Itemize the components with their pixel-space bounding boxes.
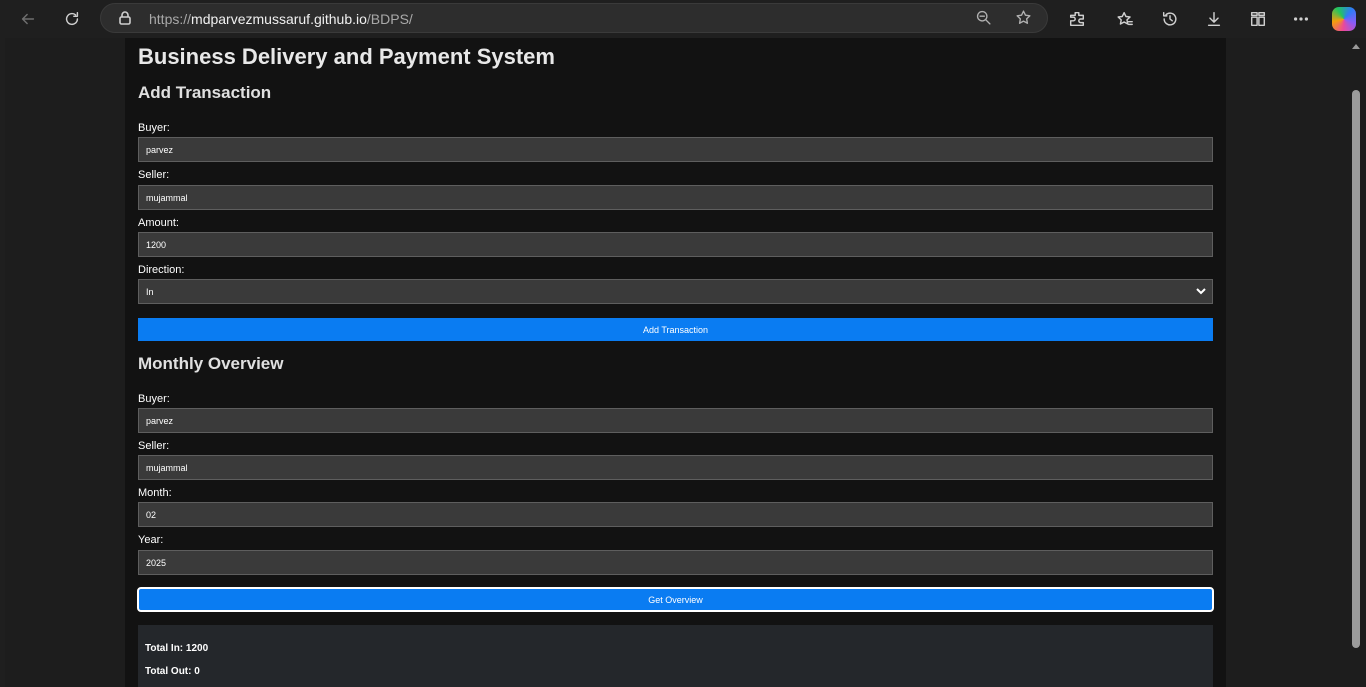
get-overview-button[interactable]: Get Overview <box>137 587 1214 612</box>
add-transaction-button[interactable]: Add Transaction <box>138 318 1213 341</box>
overview-buyer-label: Buyer: <box>138 393 170 405</box>
buyer-label: Buyer: <box>138 122 170 134</box>
scroll-up-icon[interactable] <box>1352 44 1360 49</box>
seller-label: Seller: <box>138 169 170 181</box>
page-title: Business Delivery and Payment System <box>138 44 555 69</box>
amount-input-value: 1200 <box>146 239 167 250</box>
overview-buyer-value: parvez <box>146 415 174 426</box>
extensions-icon[interactable] <box>1063 5 1091 33</box>
lock-icon[interactable] <box>117 10 133 26</box>
overview-result: Total In: 1200 Total Out: 0 <box>138 625 1213 687</box>
add-transaction-heading: Add Transaction <box>138 83 272 102</box>
chevron-down-icon <box>1195 285 1207 297</box>
address-bar[interactable]: https://mdparvezmussaruf.github.io/BDPS/ <box>100 3 1048 33</box>
total-out-text: Total Out: 0 <box>145 666 200 677</box>
year-label: Year: <box>138 534 164 546</box>
favorites-icon[interactable] <box>1111 5 1139 33</box>
zoom-icon[interactable] <box>975 9 995 29</box>
downloads-icon[interactable] <box>1200 5 1228 33</box>
seller-input[interactable]: mujammal <box>138 185 1213 210</box>
month-input-value: 02 <box>146 509 157 520</box>
star-icon[interactable] <box>1015 9 1035 29</box>
main-container: Business Delivery and Payment System Add… <box>125 38 1226 687</box>
url-text[interactable]: https://mdparvezmussaruf.github.io/BDPS/ <box>149 11 413 27</box>
refresh-icon[interactable] <box>58 5 86 33</box>
amount-label: Amount: <box>138 217 179 229</box>
month-input[interactable]: 02 <box>138 502 1213 527</box>
scrollbar-thumb[interactable] <box>1352 90 1360 648</box>
history-icon[interactable] <box>1156 5 1184 33</box>
page-scrollbar[interactable] <box>1348 38 1366 687</box>
overview-seller-value: mujammal <box>146 462 188 473</box>
direction-select-value: In <box>146 286 154 297</box>
buyer-input-value: parvez <box>146 144 174 155</box>
page-viewport: Business Delivery and Payment System Add… <box>5 38 1366 687</box>
direction-label: Direction: <box>138 264 185 276</box>
overview-seller-input[interactable]: mujammal <box>138 455 1213 480</box>
collections-icon[interactable] <box>1244 5 1272 33</box>
monthly-overview-heading: Monthly Overview <box>138 354 284 373</box>
total-in-text: Total In: 1200 <box>145 643 209 654</box>
more-icon[interactable] <box>1287 5 1315 33</box>
overview-buyer-input[interactable]: parvez <box>138 408 1213 433</box>
overview-seller-label: Seller: <box>138 440 170 452</box>
browser-toolbar: https://mdparvezmussaruf.github.io/BDPS/ <box>0 0 1366 38</box>
year-input-value: 2025 <box>146 557 167 568</box>
seller-input-value: mujammal <box>146 192 188 203</box>
amount-input[interactable]: 1200 <box>138 232 1213 257</box>
year-input[interactable]: 2025 <box>138 550 1213 575</box>
back-icon[interactable] <box>14 5 42 33</box>
direction-select[interactable]: In <box>138 279 1213 304</box>
buyer-input[interactable]: parvez <box>138 137 1213 162</box>
copilot-icon[interactable] <box>1332 7 1356 31</box>
month-label: Month: <box>138 487 172 499</box>
